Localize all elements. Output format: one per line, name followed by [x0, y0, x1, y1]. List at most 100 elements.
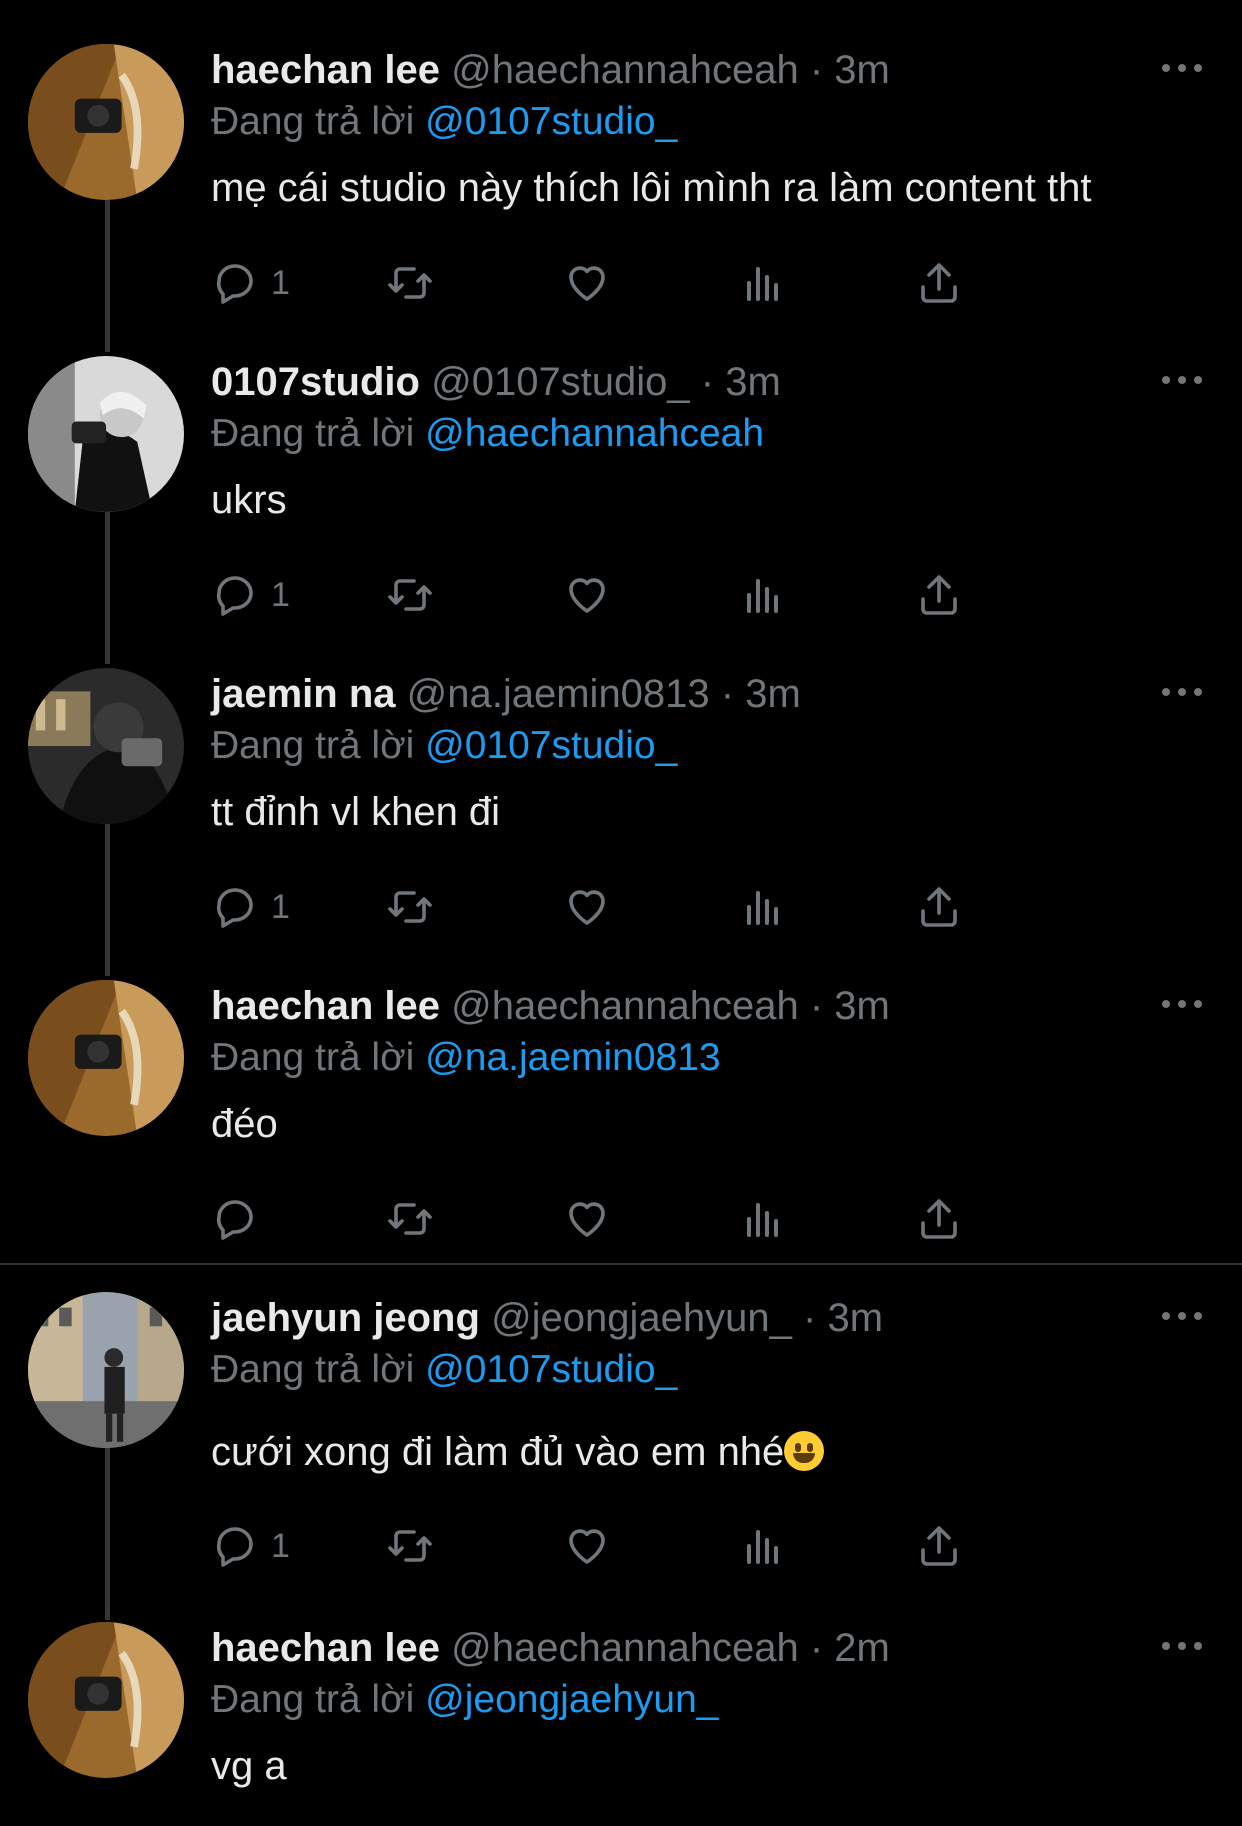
display-name[interactable]: jaehyun jeong [211, 1296, 480, 1340]
username[interactable]: @haechannahceah [451, 1626, 799, 1670]
heart-icon [569, 890, 605, 925]
reply-button[interactable] [211, 1191, 259, 1247]
share-icon [921, 1526, 957, 1566]
mention-link[interactable]: @haechannahceah [425, 412, 764, 455]
username[interactable]: @0107studio_ [431, 360, 690, 404]
display-name[interactable]: 0107studio [211, 360, 420, 404]
views-button[interactable] [739, 567, 787, 623]
retweet-button[interactable] [386, 255, 434, 311]
avatar-image [28, 1622, 184, 1778]
reply-icon [216, 576, 253, 616]
more-icon[interactable] [1162, 1306, 1202, 1326]
replying-to: Đang trả lời @0107studio_ [211, 96, 1202, 148]
timestamp[interactable]: 3m [725, 360, 781, 404]
display-name[interactable]: haechan lee [211, 1626, 440, 1670]
tweet-header: haechan lee @haechannahceah · 2m [211, 1622, 1202, 1674]
more-icon[interactable] [1162, 994, 1202, 1014]
tweet-text: tt đỉnh vl khen đi [211, 790, 501, 834]
views-button[interactable] [739, 879, 787, 935]
reply-button[interactable]: 1 [211, 879, 290, 935]
share-button[interactable] [915, 1191, 963, 1247]
reply-feed: haechan lee @haechannahceah · 3m Đang tr… [0, 0, 1242, 1826]
reply-button[interactable]: 1 [211, 255, 290, 311]
timestamp[interactable]: 3m [834, 48, 890, 92]
reply-button[interactable]: 1 [211, 1518, 290, 1574]
separator: · [720, 672, 735, 716]
avatar[interactable] [28, 668, 184, 824]
tweet-header: haechan lee @haechannahceah · 3m [211, 44, 1202, 96]
retweet-icon [388, 891, 432, 923]
replying-to-label: Đang trả lời [211, 1036, 415, 1079]
avatar[interactable] [28, 356, 184, 512]
views-icon [747, 1530, 778, 1564]
tweet-header: jaehyun jeong @jeongjaehyun_ · 3m [211, 1292, 1202, 1344]
share-icon [921, 1199, 957, 1239]
replying-to-label: Đang trả lời [211, 100, 415, 143]
share-button[interactable] [915, 255, 963, 311]
retweet-button[interactable] [386, 879, 434, 935]
reply-count: 1 [271, 263, 290, 302]
mention-link[interactable]: @0107studio_ [425, 724, 677, 767]
share-icon [921, 263, 957, 303]
reply-button[interactable]: 1 [211, 567, 290, 623]
display-name[interactable]: haechan lee [211, 984, 440, 1028]
timestamp[interactable]: 2m [834, 1626, 890, 1670]
thread-line [105, 512, 110, 664]
views-icon [747, 267, 778, 301]
views-button[interactable] [739, 1518, 787, 1574]
username[interactable]: @haechannahceah [451, 984, 799, 1028]
more-icon[interactable] [1162, 1636, 1202, 1656]
more-icon[interactable] [1162, 370, 1202, 390]
retweet-button[interactable] [386, 1518, 434, 1574]
like-button[interactable] [563, 567, 611, 623]
mention-link[interactable]: @0107studio_ [425, 1348, 677, 1391]
avatar[interactable] [28, 980, 184, 1136]
share-button[interactable] [915, 879, 963, 935]
timestamp[interactable]: 3m [834, 984, 890, 1028]
avatar-image [28, 356, 184, 512]
avatar-image [28, 1292, 184, 1448]
grinning-face-emoji [784, 1431, 825, 1471]
more-icon[interactable] [1162, 682, 1202, 702]
tweet-actions: 1 [211, 879, 1111, 935]
timestamp[interactable]: 3m [745, 672, 801, 716]
display-name[interactable]: jaemin na [211, 672, 396, 716]
replying-to-label: Đang trả lời [211, 412, 415, 455]
username[interactable]: @haechannahceah [451, 48, 799, 92]
mention-link[interactable]: @0107studio_ [425, 100, 677, 143]
share-button[interactable] [915, 567, 963, 623]
mention-link[interactable]: @na.jaemin0813 [425, 1036, 720, 1079]
replying-to: Đang trả lời @na.jaemin0813 [211, 1032, 1202, 1084]
tweet-text: ukrs [211, 478, 287, 522]
replying-to: Đang trả lời @0107studio_ [211, 1344, 1202, 1396]
reply-icon [216, 264, 253, 304]
share-button[interactable] [915, 1518, 963, 1574]
like-button[interactable] [563, 1191, 611, 1247]
retweet-icon [388, 267, 432, 299]
tweet-text: vg a [211, 1744, 287, 1788]
replying-to: Đang trả lời @0107studio_ [211, 720, 1202, 772]
avatar[interactable] [28, 1292, 184, 1448]
like-button[interactable] [563, 255, 611, 311]
avatar-image [28, 668, 184, 824]
username[interactable]: @jeongjaehyun_ [491, 1296, 792, 1340]
reply-icon [216, 888, 253, 928]
timestamp[interactable]: 3m [827, 1296, 883, 1340]
avatar-image [28, 44, 184, 200]
like-button[interactable] [563, 879, 611, 935]
retweet-button[interactable] [386, 1191, 434, 1247]
views-button[interactable] [739, 1191, 787, 1247]
username[interactable]: @na.jaemin0813 [407, 672, 710, 716]
more-icon[interactable] [1162, 58, 1202, 78]
avatar[interactable] [28, 1622, 184, 1778]
retweet-button[interactable] [386, 567, 434, 623]
mention-link[interactable]: @jeongjaehyun_ [425, 1678, 718, 1721]
like-button[interactable] [563, 1518, 611, 1574]
tweet-header: haechan lee @haechannahceah · 3m [211, 980, 1202, 1032]
share-icon [921, 887, 957, 927]
display-name[interactable]: haechan lee [211, 48, 440, 92]
separator: · [803, 1296, 817, 1340]
views-button[interactable] [739, 255, 787, 311]
tweet-text-body: cưới xong đi làm đủ vào em nhé [211, 1430, 785, 1474]
avatar[interactable] [28, 44, 184, 200]
